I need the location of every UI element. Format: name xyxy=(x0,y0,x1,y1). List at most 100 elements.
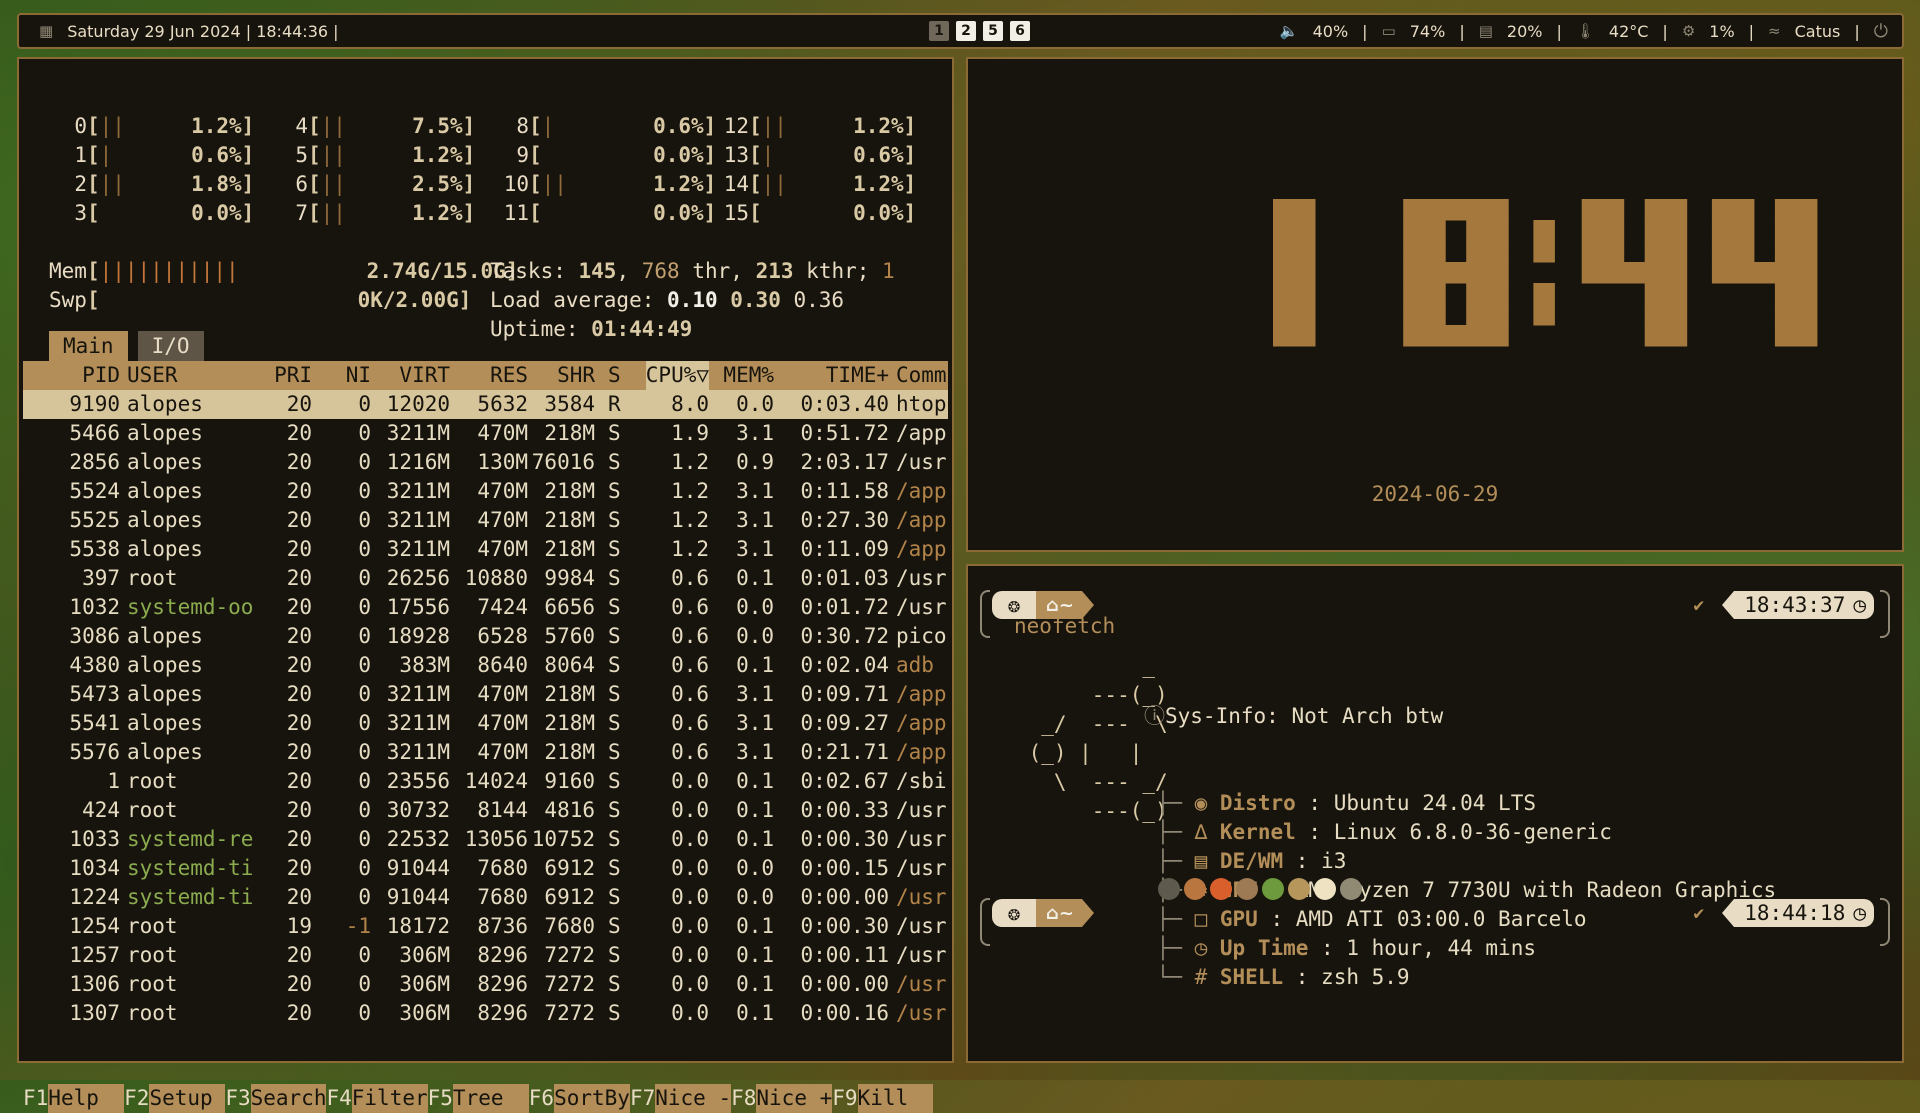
power-icon[interactable]: ⏻ xyxy=(1874,21,1888,42)
process-ni: 0 xyxy=(358,740,371,764)
col-res[interactable]: RES xyxy=(490,361,528,390)
process-pri: 20 xyxy=(286,479,312,503)
col-user[interactable]: USER xyxy=(127,361,178,390)
clock-icon: ◷ xyxy=(1853,901,1866,925)
process-row[interactable]: 397 root 20 0 26256 10880 9984 S 0.6 0.1 0:01.03/u… xyxy=(23,564,948,593)
linux-icon: ∆ xyxy=(1194,820,1208,844)
process-time: 0:02.67 xyxy=(800,769,889,793)
fkey-f6[interactable]: F6 xyxy=(529,1084,554,1113)
process-virt: 23556 xyxy=(386,769,450,793)
process-row[interactable]: 1033 systemd-re 20 0 22532 13056 10752 S 0.0 0.1 0… xyxy=(23,825,948,854)
process-s: S xyxy=(608,653,621,677)
fkey-f9[interactable]: F9 xyxy=(832,1084,857,1113)
cpu-indicator[interactable]: ⚙ 1% xyxy=(1668,22,1749,41)
process-mem: 0.0 xyxy=(736,885,774,909)
process-virt: 18172 xyxy=(386,914,450,938)
process-row[interactable]: 5525 alopes 20 0 3211M 470M 218M S 1.2 3.1 0:27.30… xyxy=(23,506,948,535)
process-ni: 0 xyxy=(358,972,371,996)
process-row[interactable]: 5576 alopes 20 0 3211M 470M 218M S 0.6 3.1 0:21.71… xyxy=(23,738,948,767)
workspace-1[interactable]: 2 xyxy=(956,21,976,41)
process-row[interactable]: 1306 root 20 0 306M 8296 7272 S 0.0 0.1 0:00.00/us… xyxy=(23,970,948,999)
process-cmd: htop xyxy=(896,392,947,416)
process-shr: 5760 xyxy=(544,624,595,648)
col-shr[interactable]: SHR xyxy=(557,361,595,390)
process-row[interactable]: 3086 alopes 20 0 18928 6528 5760 S 0.6 0.0 0:30.72… xyxy=(23,622,948,651)
workspace-3[interactable]: 6 xyxy=(1010,21,1030,41)
col-state[interactable]: S xyxy=(608,361,621,390)
big-clock-display xyxy=(1273,199,1818,347)
process-row[interactable]: 1254 root 19 -1 18172 8736 7680 S 0.0 0.1 0:00.30 /… xyxy=(23,912,948,941)
process-row[interactable]: 1 root 20 0 23556 14024 9160 S 0.0 0.1 0:02.67/sbi xyxy=(23,767,948,796)
directory-text: ~ xyxy=(1058,902,1074,924)
volume-indicator[interactable]: 🔈 40% xyxy=(1266,22,1362,41)
process-time: 0:00.33 xyxy=(800,798,889,822)
process-row[interactable]: 4380 alopes 20 0 383M 8640 8064 S 0.6 0.1 0:02.04 a… xyxy=(23,651,948,680)
fkey-label[interactable]: Kill xyxy=(857,1084,934,1113)
process-row[interactable]: 9190 alopes 20 0 12020 5632 3584 R 8.0 0.0 0:03.40… xyxy=(23,390,948,419)
info-item-de-wm: ├─ ▤ DE/WM : i3 xyxy=(1144,849,1347,873)
tab-main[interactable]: Main xyxy=(49,331,128,361)
fkey-f1[interactable]: F1 xyxy=(23,1084,48,1113)
fkey-label[interactable]: Nice - xyxy=(655,1084,732,1113)
fkey-label[interactable]: Search xyxy=(250,1084,327,1113)
datetime-block: ▦ Saturday 29 Jun 2024 | 18:44:36 | xyxy=(39,15,339,47)
fkey-label[interactable]: Filter xyxy=(351,1084,428,1113)
process-ni: 0 xyxy=(358,856,371,880)
process-row[interactable]: 2856 alopes 20 0 1216M 130M 76016 S 1.2 0.9 2:03.1… xyxy=(23,448,948,477)
fkey-f5[interactable]: F5 xyxy=(428,1084,453,1113)
col-virt[interactable]: VIRT xyxy=(399,361,450,390)
process-row[interactable]: 1307 root 20 0 306M 8296 7272 S 0.0 0.1 0:00.16/us… xyxy=(23,999,948,1028)
process-row[interactable]: 5466 alopes 20 0 3211M 470M 218M S 1.9 3.1 0:51.72… xyxy=(23,419,948,448)
col-time[interactable]: TIME+ xyxy=(826,361,889,390)
process-s: S xyxy=(608,827,621,851)
tab-io[interactable]: I/O xyxy=(137,331,204,361)
process-cmd: /usr xyxy=(896,827,947,851)
col-cpu[interactable]: CPU%▽ xyxy=(645,361,709,390)
process-row[interactable]: 5541 alopes 20 0 3211M 470M 218M S 0.6 3.1 0:09.27… xyxy=(23,709,948,738)
fkey-f8[interactable]: F8 xyxy=(731,1084,756,1113)
fkey-label[interactable]: Setup xyxy=(149,1084,226,1113)
wifi-indicator[interactable]: ≈ Catus xyxy=(1754,22,1854,41)
fkey-f2[interactable]: F2 xyxy=(124,1084,149,1113)
process-mem: 0.1 xyxy=(736,1001,774,1025)
fkey-f3[interactable]: F3 xyxy=(225,1084,250,1113)
fkey-f4[interactable]: F4 xyxy=(326,1084,351,1113)
fkey-f7[interactable]: F7 xyxy=(630,1084,655,1113)
process-user: alopes xyxy=(127,450,203,474)
battery-indicator[interactable]: ▭ 74% xyxy=(1368,22,1460,41)
process-row[interactable]: 1257 root 20 0 306M 8296 7272 S 0.0 0.1 0:00.11/us… xyxy=(23,941,948,970)
col-pid[interactable]: PID xyxy=(82,361,120,390)
process-row[interactable]: 5473 alopes 20 0 3211M 470M 218M S 0.6 3.1 0:09.71… xyxy=(23,680,948,709)
fkey-label[interactable]: Nice + xyxy=(756,1084,833,1113)
temperature-indicator[interactable]: 🌡 42°C xyxy=(1562,22,1663,41)
process-res: 7680 xyxy=(477,885,528,909)
process-shr: 218M xyxy=(544,421,595,445)
col-command[interactable]: Comm xyxy=(896,361,948,390)
col-mem[interactable]: MEM% xyxy=(723,361,774,390)
process-row[interactable]: 5524 alopes 20 0 3211M 470M 218M S 1.2 3.1 0:11.58… xyxy=(23,477,948,506)
htop-window[interactable]: 0[|| 1.2%] 1[| 0.6%] 2[|| 1.8%] 3[0.0%] 4[|| 7.5… xyxy=(17,57,954,1113)
process-row[interactable]: 1032 systemd-oo 20 0 17556 7424 6656 S 0.6 0.0 0:0… xyxy=(23,593,948,622)
process-row[interactable]: 1034 systemd-ti 20 0 91044 7680 6912 S 0.0 0.0 0:0… xyxy=(23,854,948,883)
process-pid: 2856 xyxy=(69,450,120,474)
cpu-meter-15: 15[0.0%] xyxy=(723,201,917,225)
workspace-2[interactable]: 5 xyxy=(983,21,1003,41)
process-row[interactable]: 424 root 20 0 30732 8144 4816 S 0.0 0.1 0:00.33/us… xyxy=(23,796,948,825)
col-pri[interactable]: PRI xyxy=(274,361,312,390)
process-s: S xyxy=(608,1001,621,1025)
process-shr: 218M xyxy=(544,682,595,706)
process-s: S xyxy=(608,914,621,938)
process-row[interactable]: 5538 alopes 20 0 3211M 470M 218M S 1.2 3.1 0:11.09… xyxy=(23,535,948,564)
prompt-right-segment: ✔ 18:44:18 ◷ xyxy=(1693,899,1874,927)
fkey-label[interactable]: Help xyxy=(48,1084,125,1113)
terminal-window[interactable]: ❂ ⌂ ~ ✔ 18:43:37 ◷ neofetch _ ---(_) _/ --… xyxy=(966,564,1904,1063)
process-cpu: 1.2 xyxy=(671,479,709,503)
fkey-label[interactable]: Tree xyxy=(452,1084,529,1113)
process-mem: 0.1 xyxy=(736,972,774,996)
process-mem: 3.1 xyxy=(736,421,774,445)
process-row[interactable]: 1224 systemd-ti 20 0 91044 7680 6912 S 0.0 0.0 0:0… xyxy=(23,883,948,912)
workspace-0[interactable]: 1 xyxy=(929,21,949,41)
memory-indicator[interactable]: ▤ 20% xyxy=(1465,22,1557,41)
col-ni[interactable]: NI xyxy=(346,361,371,390)
fkey-label[interactable]: SortBy xyxy=(554,1084,630,1113)
